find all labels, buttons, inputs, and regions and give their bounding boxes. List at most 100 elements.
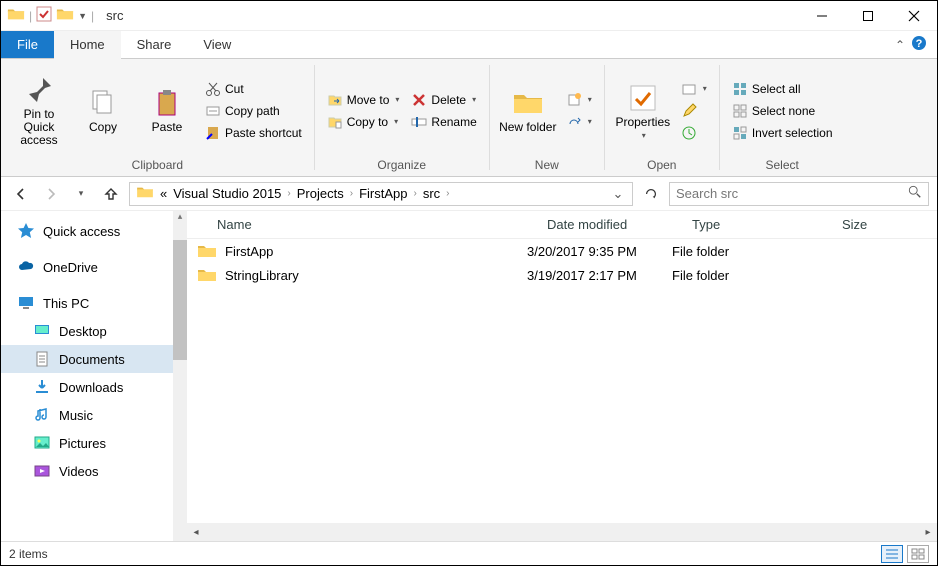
column-headers: Name Date modified Type Size	[187, 211, 937, 239]
crumb-projects[interactable]: Projects	[297, 186, 344, 201]
address-bar-row: ▾ « Visual Studio 2015 › Projects › FirstA…	[1, 177, 937, 211]
copy-path-button[interactable]: Copy path	[201, 101, 306, 121]
file-name: StringLibrary	[225, 268, 527, 283]
col-type[interactable]: Type	[692, 217, 842, 232]
select-none-button[interactable]: Select none	[728, 101, 837, 121]
up-button[interactable]	[99, 182, 123, 206]
properties-checkbox-icon[interactable]	[36, 6, 52, 25]
history-button[interactable]	[677, 123, 711, 143]
pin-to-quick-access-button[interactable]: Pin to Quick access	[9, 74, 69, 147]
scroll-thumb[interactable]	[173, 240, 187, 360]
close-button[interactable]	[891, 1, 937, 31]
group-select-label: Select	[720, 156, 845, 176]
address-breadcrumb[interactable]: « Visual Studio 2015 › Projects › FirstApp…	[129, 182, 633, 206]
file-date: 3/20/2017 9:35 PM	[527, 244, 672, 259]
tab-file[interactable]: File	[1, 31, 54, 58]
invert-selection-button[interactable]: Invert selection	[728, 123, 837, 143]
search-box[interactable]: Search src	[669, 182, 929, 206]
file-type: File folder	[672, 268, 822, 283]
new-folder-button[interactable]: New folder	[498, 87, 558, 134]
details-view-button[interactable]	[881, 545, 903, 563]
tab-share[interactable]: Share	[121, 31, 188, 58]
nav-onedrive[interactable]: OneDrive	[1, 253, 173, 281]
delete-button[interactable]: Delete▾	[407, 90, 480, 110]
crumb-firstapp[interactable]: FirstApp	[359, 186, 407, 201]
tab-view[interactable]: View	[187, 31, 247, 58]
rename-button[interactable]: Rename	[407, 112, 480, 132]
easy-access-button[interactable]: ▾	[562, 112, 596, 132]
file-list-area: Name Date modified Type Size FirstApp3/2…	[187, 211, 937, 541]
copy-button[interactable]: Copy	[73, 87, 133, 134]
edit-button[interactable]	[677, 101, 711, 121]
file-name: FirstApp	[225, 244, 527, 259]
crumb-visual-studio[interactable]: Visual Studio 2015	[173, 186, 281, 201]
file-date: 3/19/2017 2:17 PM	[527, 268, 672, 283]
minimize-button[interactable]	[799, 1, 845, 31]
folder-icon	[56, 6, 74, 25]
copy-to-button[interactable]: Copy to▾	[323, 112, 404, 132]
recent-locations-button[interactable]: ▾	[69, 182, 93, 206]
nav-documents[interactable]: Documents	[1, 345, 173, 373]
qat-separator: |	[29, 9, 32, 23]
cut-button[interactable]: Cut	[201, 79, 306, 99]
group-clipboard: Pin to Quick access Copy Paste Cut Copy …	[1, 59, 314, 176]
refresh-button[interactable]	[639, 183, 663, 205]
open-button[interactable]: ▾	[677, 79, 711, 99]
content-area: Quick access OneDrive This PC Desktop Do…	[1, 211, 937, 541]
properties-button[interactable]: Properties ▾	[613, 82, 673, 140]
large-icons-view-button[interactable]	[907, 545, 929, 563]
nav-music[interactable]: Music	[1, 401, 173, 429]
file-row[interactable]: StringLibrary3/19/2017 2:17 PMFile folde…	[187, 263, 937, 287]
tab-home[interactable]: Home	[54, 31, 121, 58]
back-button[interactable]	[9, 182, 33, 206]
chevron-right-icon[interactable]: ›	[287, 188, 290, 199]
paste-button[interactable]: Paste	[137, 87, 197, 134]
address-dropdown[interactable]: ⌄	[610, 186, 626, 202]
search-icon[interactable]	[908, 185, 922, 202]
maximize-button[interactable]	[845, 1, 891, 31]
status-item-count: 2 items	[9, 547, 48, 561]
chevron-right-icon[interactable]: ›	[350, 188, 353, 199]
search-placeholder: Search src	[676, 186, 738, 201]
paste-shortcut-button[interactable]: Paste shortcut	[201, 123, 306, 143]
svg-text:?: ?	[916, 38, 923, 50]
collapse-ribbon-icon[interactable]: ⌃	[895, 38, 905, 52]
nav-scrollbar[interactable]: ▴	[173, 211, 187, 541]
folder-icon	[136, 185, 154, 202]
ribbon-tabs: File Home Share View ⌃ ?	[1, 31, 937, 59]
nav-downloads[interactable]: Downloads	[1, 373, 173, 401]
new-item-button[interactable]: ▾	[562, 90, 596, 110]
nav-desktop[interactable]: Desktop	[1, 317, 173, 345]
ribbon: Pin to Quick access Copy Paste Cut Copy …	[1, 59, 937, 177]
nav-this-pc[interactable]: This PC	[1, 289, 173, 317]
qat-dropdown[interactable]: ▼	[78, 11, 87, 21]
group-organize: Move to▾ Copy to▾ Delete▾ Rename Organiz…	[315, 59, 489, 176]
status-bar: 2 items	[1, 541, 937, 565]
chevron-right-icon[interactable]: ›	[413, 188, 416, 199]
file-row[interactable]: FirstApp3/20/2017 9:35 PMFile folder	[187, 239, 937, 263]
file-type: File folder	[672, 244, 822, 259]
crumb-src[interactable]: src	[423, 186, 440, 201]
group-clipboard-label: Clipboard	[1, 156, 314, 176]
help-icon[interactable]: ?	[911, 35, 927, 54]
chevron-right-icon[interactable]: ›	[446, 188, 449, 199]
col-date[interactable]: Date modified	[547, 217, 692, 232]
col-name[interactable]: Name	[217, 217, 547, 232]
col-size[interactable]: Size	[842, 217, 927, 232]
horizontal-scrollbar[interactable]: ◂▸	[187, 523, 937, 541]
nav-pictures[interactable]: Pictures	[1, 429, 173, 457]
nav-quick-access[interactable]: Quick access	[1, 217, 173, 245]
qat-separator: |	[91, 9, 94, 23]
select-all-button[interactable]: Select all	[728, 79, 837, 99]
folder-icon	[197, 242, 217, 260]
nav-videos[interactable]: Videos	[1, 457, 173, 485]
file-rows: FirstApp3/20/2017 9:35 PMFile folderStri…	[187, 239, 937, 523]
group-organize-label: Organize	[315, 156, 489, 176]
move-to-button[interactable]: Move to▾	[323, 90, 404, 110]
group-new: New folder ▾ ▾ New	[490, 59, 604, 176]
window-title: src	[100, 8, 129, 23]
group-select: Select all Select none Invert selection …	[720, 59, 845, 176]
navigation-pane: Quick access OneDrive This PC Desktop Do…	[1, 211, 173, 541]
forward-button[interactable]	[39, 182, 63, 206]
crumb-overflow[interactable]: «	[160, 186, 167, 201]
